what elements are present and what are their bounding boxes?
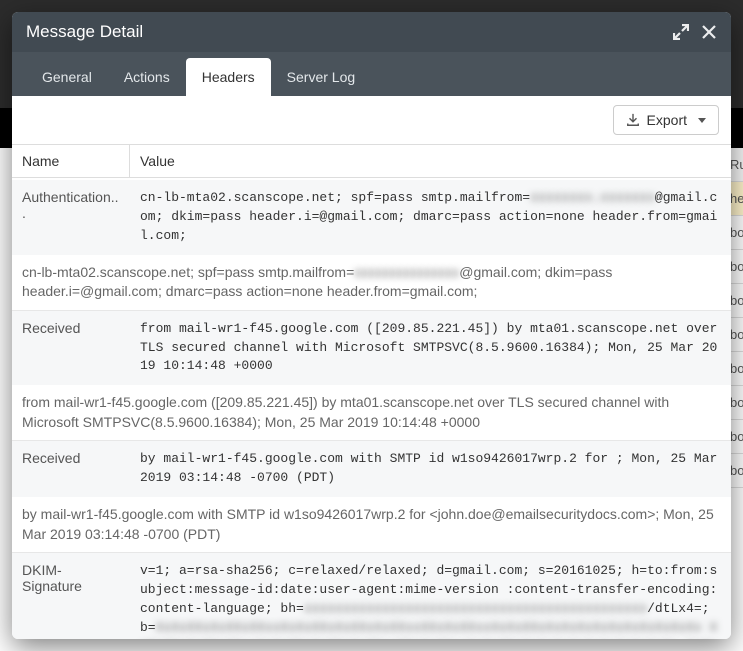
close-icon[interactable] [701,24,717,40]
export-button[interactable]: Export [613,105,719,135]
header-caption: from mail-wr1-f45.google.com ([209.85.22… [12,385,731,440]
header-name: DKIM-Signature [12,553,130,639]
table-row: DKIM-Signaturev=1; a=rsa-sha256; c=relax… [12,553,731,639]
toolbar: Export [12,96,731,145]
col-header-name: Name [12,145,130,177]
tab-actions[interactable]: Actions [108,58,186,96]
col-header-value: Value [130,145,731,177]
header-value: by mail-wr1-f45.google.com with SMTP id … [130,441,731,497]
table-header-row: Name Value [12,145,731,178]
header-value: from mail-wr1-f45.google.com ([209.85.22… [130,311,731,386]
table-row: Receivedfrom mail-wr1-f45.google.com ([2… [12,311,731,442]
header-caption: cn-lb-mta02.scanscope.net; spf=pass smtp… [12,255,731,310]
table-row: Receivedby mail-wr1-f45.google.com with … [12,441,731,553]
modal-header: Message Detail [12,12,731,52]
modal-title: Message Detail [26,22,661,42]
header-caption: by mail-wr1-f45.google.com with SMTP id … [12,497,731,552]
expand-icon[interactable] [673,24,689,40]
headers-table: Name Value Authentication...cn-lb-mta02.… [12,145,731,639]
download-icon [626,113,640,127]
tab-headers[interactable]: Headers [186,58,271,96]
header-name: Received [12,441,130,497]
header-value: v=1; a=rsa-sha256; c=relaxed/relaxed; d=… [130,553,731,639]
export-label: Export [647,112,687,128]
table-body[interactable]: Authentication...cn-lb-mta02.scanscope.n… [12,180,731,639]
table-row: Authentication...cn-lb-mta02.scanscope.n… [12,180,731,311]
tab-general[interactable]: General [26,58,108,96]
modal-tabs: GeneralActionsHeadersServer Log [12,52,731,96]
header-name: Received [12,311,130,386]
header-name: Authentication... [12,180,130,255]
caret-down-icon [698,118,706,123]
header-value: cn-lb-mta02.scanscope.net; spf=pass smtp… [130,180,731,255]
message-detail-modal: Message Detail GeneralActionsHeadersServ… [12,12,731,639]
tab-server-log[interactable]: Server Log [271,58,371,96]
